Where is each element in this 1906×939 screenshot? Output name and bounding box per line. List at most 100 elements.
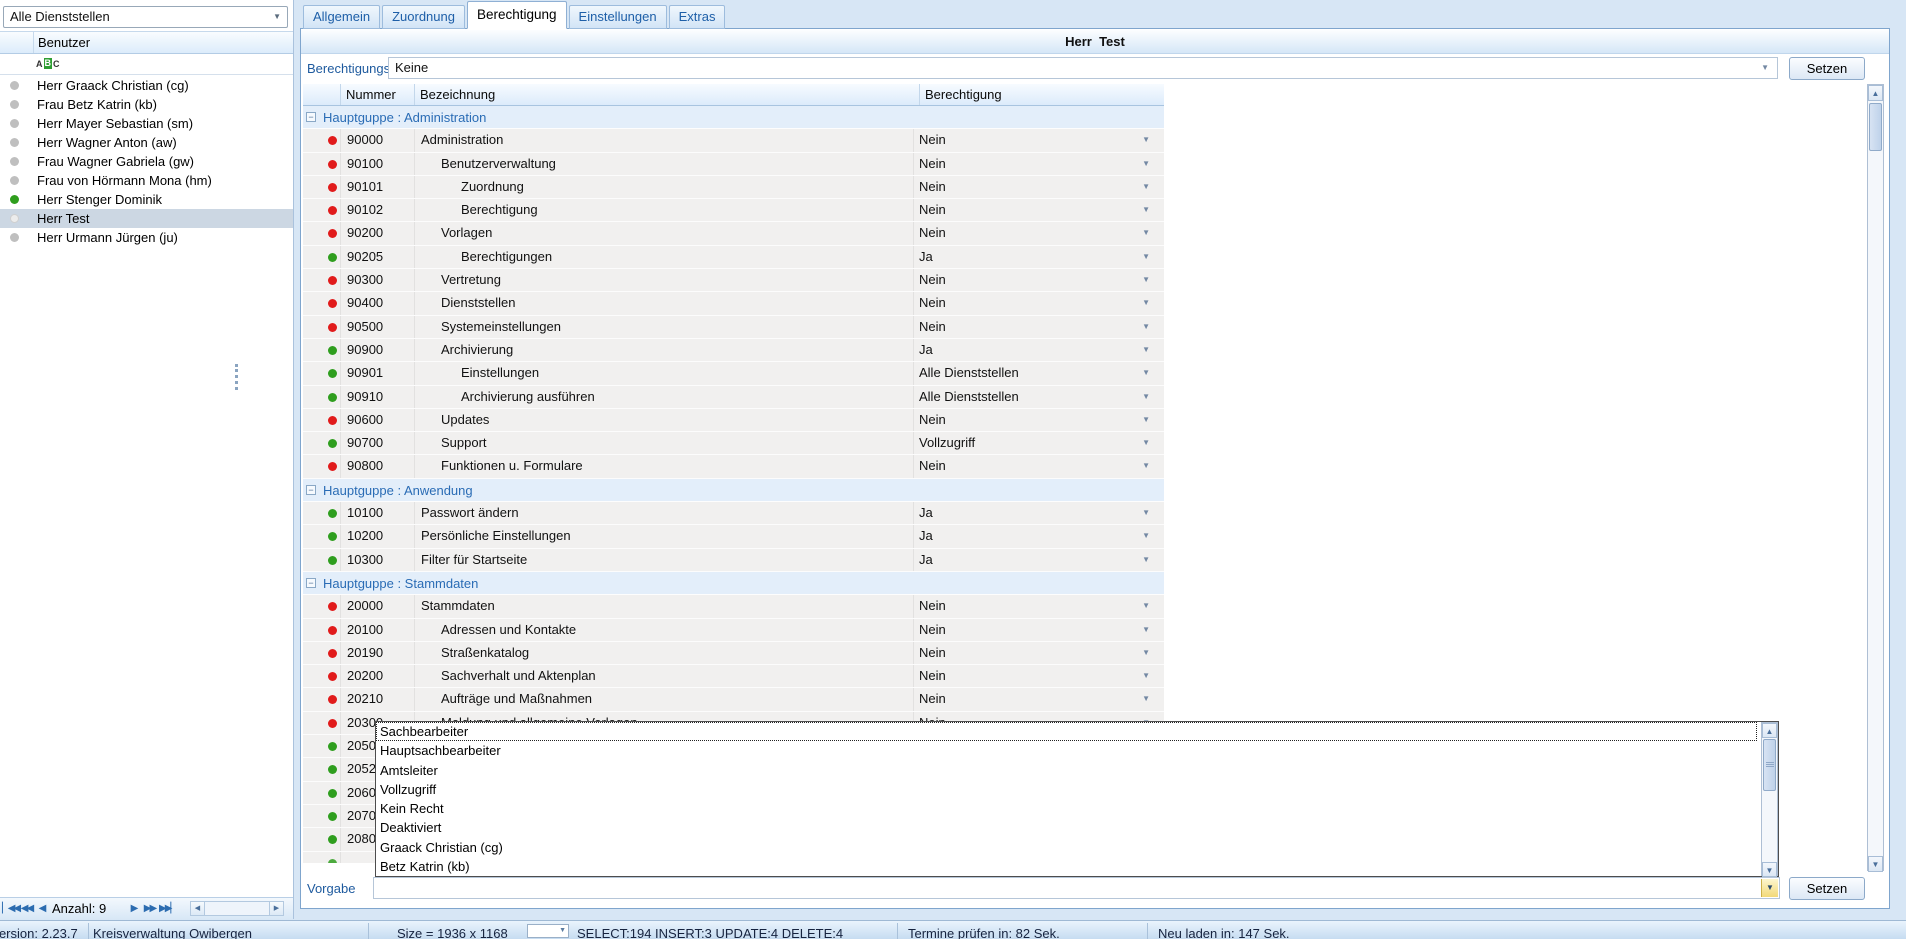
chevron-down-icon[interactable]: ▼ — [1761, 58, 1769, 78]
table-row[interactable]: 10100 Passwort ändern Ja▼ — [303, 502, 1164, 525]
scroll-up-icon[interactable]: ▲ — [1868, 85, 1883, 101]
row-permission-cell[interactable]: Nein▼ — [914, 153, 1158, 175]
dropdown-option[interactable]: Deaktiviert — [376, 818, 1757, 837]
row-permission-cell[interactable]: Nein▼ — [914, 409, 1158, 431]
table-row[interactable]: 90901 Einstellungen Alle Dienststellen▼ — [303, 362, 1164, 385]
user-list-item[interactable]: Herr Urmann Jürgen (ju) — [0, 228, 293, 247]
scrollbar-thumb[interactable] — [1869, 103, 1882, 151]
user-list-item[interactable]: Herr Mayer Sebastian (sm) — [0, 114, 293, 133]
chevron-down-icon[interactable]: ▼ — [1142, 595, 1150, 617]
table-row[interactable]: 20000 Stammdaten Nein▼ — [303, 595, 1164, 618]
next-icon[interactable]: ▶ — [128, 898, 139, 920]
table-group-row[interactable]: − Hauptguppe : Administration — [303, 106, 1164, 129]
chevron-down-icon[interactable]: ▼ — [1142, 153, 1150, 175]
table-row[interactable]: 90300 Vertretung Nein▼ — [303, 269, 1164, 292]
chevron-down-icon[interactable]: ▼ — [1142, 549, 1150, 571]
row-permission-cell[interactable]: Alle Dienststellen▼ — [914, 386, 1158, 408]
chevron-down-icon[interactable]: ▼ — [1142, 688, 1150, 710]
table-row[interactable]: 90000 Administration Nein▼ — [303, 129, 1164, 152]
collapse-icon[interactable]: − — [306, 112, 316, 122]
row-permission-cell[interactable]: Nein▼ — [914, 688, 1158, 710]
table-row[interactable]: 90400 Dienststellen Nein▼ — [303, 292, 1164, 315]
table-row[interactable]: 90101 Zuordnung Nein▼ — [303, 176, 1164, 199]
table-row[interactable]: 90200 Vorlagen Nein▼ — [303, 222, 1164, 245]
chevron-down-icon[interactable]: ▼ — [1142, 222, 1150, 244]
office-filter-combobox[interactable]: Alle Dienststellen ▼ — [3, 6, 288, 28]
chevron-down-icon[interactable]: ▼ — [1142, 665, 1150, 687]
chevron-down-icon[interactable]: ▼ — [1142, 362, 1150, 384]
chevron-down-icon[interactable]: ▼ — [559, 925, 566, 937]
fast-prev-icon[interactable]: ◀◀ — [19, 898, 34, 920]
table-row[interactable]: 20100 Adressen und Kontakte Nein▼ — [303, 619, 1164, 642]
dropdown-option[interactable]: Betz Katrin (kb) — [376, 857, 1757, 876]
move-first-icon[interactable]: ▏◀◀ — [2, 898, 18, 920]
row-permission-cell[interactable]: Nein▼ — [914, 665, 1158, 687]
tab[interactable]: Einstellungen — [569, 5, 667, 29]
table-row[interactable]: 90500 Systemeinstellungen Nein▼ — [303, 316, 1164, 339]
table-row[interactable]: 90100 Benutzerverwaltung Nein▼ — [303, 153, 1164, 176]
vorgabe-combobox[interactable]: ▼ — [373, 877, 1780, 899]
user-list-item[interactable]: Frau Betz Katrin (kb) — [0, 95, 293, 114]
horizontal-scrollbar[interactable]: ◀ ▶ — [190, 901, 284, 916]
table-row[interactable]: 90800 Funktionen u. Formulare Nein▼ — [303, 455, 1164, 478]
status-combobox[interactable]: ▼ — [527, 924, 569, 938]
row-permission-cell[interactable]: Nein▼ — [914, 129, 1158, 151]
row-permission-cell[interactable]: Ja▼ — [914, 525, 1158, 547]
set-template-button[interactable]: Setzen — [1789, 57, 1865, 80]
table-row[interactable]: 90102 Berechtigung Nein▼ — [303, 199, 1164, 222]
user-list-item[interactable]: Herr Stenger Dominik — [0, 190, 293, 209]
chevron-down-icon[interactable]: ▼ — [1142, 129, 1150, 151]
scroll-right-icon[interactable]: ▶ — [269, 902, 283, 915]
row-permission-cell[interactable]: Nein▼ — [914, 292, 1158, 314]
chevron-down-icon[interactable]: ▼ — [1142, 176, 1150, 198]
table-row[interactable]: 10300 Filter für Startseite Ja▼ — [303, 549, 1164, 572]
scroll-up-icon[interactable]: ▲ — [1762, 723, 1777, 738]
dropdown-option[interactable]: Sachbearbeiter — [376, 722, 1757, 741]
dropdown-option[interactable]: Graack Christian (cg) — [376, 838, 1757, 857]
user-list-item[interactable]: Herr Graack Christian (cg) — [0, 76, 293, 95]
chevron-down-icon[interactable]: ▼ — [1142, 619, 1150, 641]
column-header-berechtigung[interactable]: Berechtigung — [920, 84, 1164, 105]
row-permission-cell[interactable]: Nein▼ — [914, 269, 1158, 291]
scroll-left-icon[interactable]: ◀ — [191, 902, 205, 915]
row-permission-cell[interactable]: Nein▼ — [914, 316, 1158, 338]
column-header-nummer[interactable]: Nummer — [341, 84, 415, 105]
user-filter-row[interactable]: ABC — [0, 54, 293, 75]
row-permission-cell[interactable]: Ja▼ — [914, 339, 1158, 361]
row-permission-cell[interactable]: Nein▼ — [914, 595, 1158, 617]
chevron-down-icon[interactable]: ▼ — [1142, 292, 1150, 314]
fast-next-icon[interactable]: ▶▶ — [142, 898, 157, 920]
row-permission-cell[interactable]: Ja▼ — [914, 549, 1158, 571]
vorgabe-dropdown-button[interactable]: ▼ — [1761, 879, 1778, 897]
chevron-down-icon[interactable]: ▼ — [1142, 525, 1150, 547]
row-permission-cell[interactable]: Nein▼ — [914, 455, 1158, 477]
prev-icon[interactable]: ◀ — [36, 898, 47, 920]
move-last-icon[interactable]: ▶▶▏ — [159, 898, 175, 920]
scroll-down-icon[interactable]: ▼ — [1762, 862, 1777, 877]
table-row[interactable]: 90910 Archivierung ausführen Alle Dienst… — [303, 386, 1164, 409]
vertical-scrollbar[interactable]: ▲ ▼ — [1867, 84, 1884, 871]
scroll-down-icon[interactable]: ▼ — [1868, 856, 1883, 872]
template-combobox[interactable]: Keine ▼ — [388, 57, 1778, 79]
chevron-down-icon[interactable]: ▼ — [1142, 199, 1150, 221]
splitter-grip[interactable] — [235, 364, 241, 390]
table-row[interactable]: 20200 Sachverhalt und Aktenplan Nein▼ — [303, 665, 1164, 688]
row-permission-cell[interactable]: Vollzugriff▼ — [914, 432, 1158, 454]
table-row[interactable]: 90900 Archivierung Ja▼ — [303, 339, 1164, 362]
chevron-down-icon[interactable]: ▼ — [1142, 432, 1150, 454]
column-header-indicator[interactable] — [303, 84, 341, 105]
collapse-icon[interactable]: − — [306, 485, 316, 495]
user-list-item[interactable]: Herr Test — [0, 209, 293, 228]
table-row[interactable]: 20210 Aufträge und Maßnahmen Nein▼ — [303, 688, 1164, 711]
dropdown-option[interactable]: Kein Recht — [376, 799, 1757, 818]
tab[interactable]: Berechtigung — [467, 1, 567, 29]
row-permission-cell[interactable]: Ja▼ — [914, 502, 1158, 524]
table-row[interactable]: 10200 Persönliche Einstellungen Ja▼ — [303, 525, 1164, 548]
collapse-icon[interactable]: − — [306, 578, 316, 588]
user-list-item[interactable]: Herr Wagner Anton (aw) — [0, 133, 293, 152]
tab[interactable]: Zuordnung — [382, 5, 465, 29]
chevron-down-icon[interactable]: ▼ — [1142, 246, 1150, 268]
chevron-down-icon[interactable]: ▼ — [1142, 642, 1150, 664]
chevron-down-icon[interactable]: ▼ — [1142, 339, 1150, 361]
chevron-down-icon[interactable]: ▼ — [273, 7, 281, 27]
